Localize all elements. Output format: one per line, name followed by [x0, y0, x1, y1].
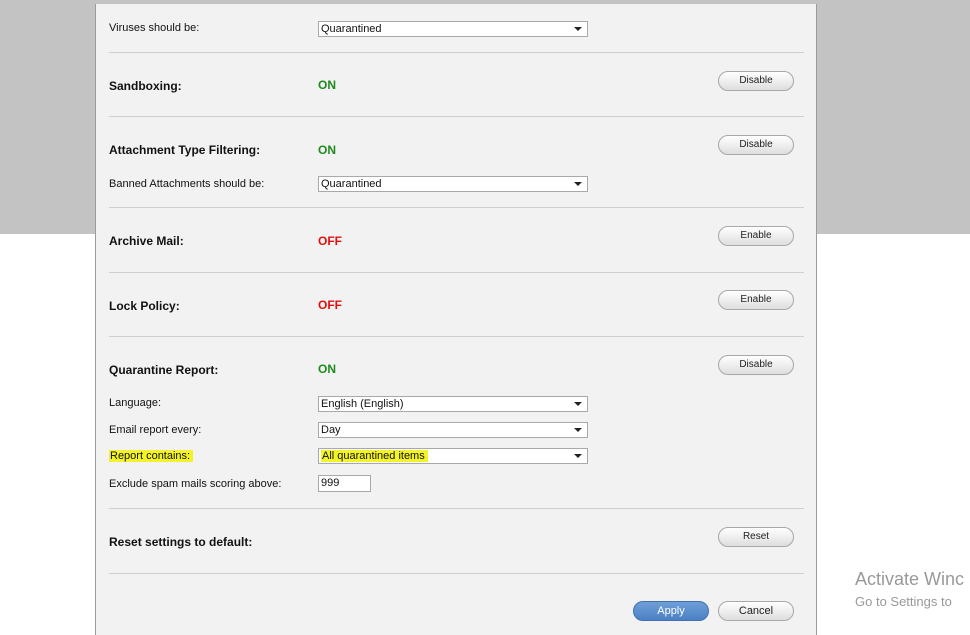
chevron-down-icon [574, 402, 582, 406]
cancel-button[interactable]: Cancel [718, 601, 794, 621]
archive-mail-status: OFF [318, 234, 342, 248]
activate-windows-title: Activate Winc [855, 569, 965, 589]
quarantine-report-disable-button[interactable]: Disable [718, 355, 794, 375]
divider [109, 508, 804, 509]
quarantine-report-label: Quarantine Report: [109, 363, 219, 377]
attachment-filtering-status: ON [318, 143, 336, 157]
viruses-select-value: Quarantined [321, 23, 382, 35]
lock-policy-enable-button[interactable]: Enable [718, 290, 794, 310]
exclude-spam-label: Exclude spam mails scoring above: [109, 478, 282, 490]
archive-mail-label: Archive Mail: [109, 234, 184, 248]
divider [109, 207, 804, 208]
report-contains-select[interactable]: All quarantined items [318, 448, 588, 464]
divider [109, 336, 804, 337]
banned-attachments-label: Banned Attachments should be: [109, 178, 265, 190]
reset-settings-label: Reset settings to default: [109, 535, 253, 549]
sandboxing-disable-button[interactable]: Disable [718, 71, 794, 91]
viruses-select[interactable]: Quarantined [318, 21, 588, 37]
archive-mail-enable-button[interactable]: Enable [718, 226, 794, 246]
activate-windows-subtitle: Go to Settings to [855, 594, 952, 609]
email-report-select[interactable]: Day [318, 422, 588, 438]
chevron-down-icon [574, 428, 582, 432]
attachment-filtering-label: Attachment Type Filtering: [109, 143, 261, 157]
chevron-down-icon [574, 454, 582, 458]
language-label: Language: [109, 397, 161, 409]
attachment-filtering-disable-button[interactable]: Disable [718, 135, 794, 155]
apply-button[interactable]: Apply [633, 601, 709, 621]
reset-button[interactable]: Reset [718, 527, 794, 547]
report-contains-label: Report contains: [109, 450, 194, 462]
lock-policy-status: OFF [318, 298, 342, 312]
exclude-spam-input[interactable]: 999 [318, 475, 371, 492]
divider [109, 52, 804, 53]
email-report-label: Email report every: [109, 424, 202, 436]
divider [109, 116, 804, 117]
divider [109, 573, 804, 574]
chevron-down-icon [574, 182, 582, 186]
report-contains-select-value: All quarantined items [321, 450, 428, 462]
chevron-down-icon [574, 27, 582, 31]
language-select[interactable]: English (English) [318, 396, 588, 412]
language-select-value: English (English) [321, 398, 404, 410]
divider [109, 272, 804, 273]
report-contains-label-text: Report contains: [109, 450, 194, 462]
banned-attachments-select[interactable]: Quarantined [318, 176, 588, 192]
sandboxing-label: Sandboxing: [109, 79, 182, 93]
lock-policy-label: Lock Policy: [109, 299, 180, 313]
email-report-select-value: Day [321, 424, 341, 436]
settings-panel: Viruses should be: Quarantined Sandboxin… [95, 4, 817, 635]
viruses-label: Viruses should be: [109, 22, 200, 34]
quarantine-report-status: ON [318, 362, 336, 376]
sandboxing-status: ON [318, 78, 336, 92]
banned-attachments-select-value: Quarantined [321, 178, 382, 190]
